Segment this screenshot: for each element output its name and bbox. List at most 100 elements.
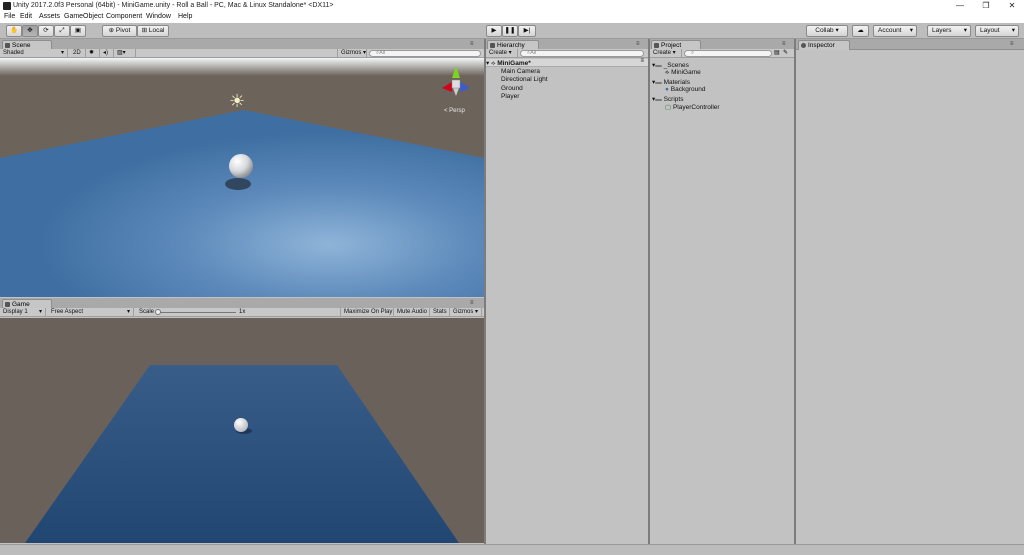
- display-label: Display 1: [3, 309, 28, 315]
- mode-2d-toggle[interactable]: 2D: [70, 49, 86, 58]
- folder-icon: ▬: [655, 62, 662, 69]
- pivot-button[interactable]: ⊕ Pivot: [102, 25, 137, 37]
- hierarchy-create-button[interactable]: Create ▾: [486, 49, 518, 58]
- pivot-icon: ⊕: [108, 27, 116, 34]
- stats-toggle[interactable]: Stats: [430, 308, 450, 317]
- move-tool-button[interactable]: ✥: [22, 25, 38, 37]
- project-icon: [654, 43, 659, 48]
- menu-edit[interactable]: Edit: [20, 13, 32, 20]
- step-button[interactable]: ▶|: [518, 25, 536, 37]
- hand-icon: ✋: [9, 27, 19, 34]
- lighting-toggle[interactable]: ✹: [86, 49, 100, 58]
- hand-tool-button[interactable]: ✋: [6, 25, 22, 37]
- maximize-on-play-toggle[interactable]: Maximize On Play: [340, 308, 394, 317]
- search-icon: ⌕: [691, 50, 695, 56]
- rotate-tool-button[interactable]: ⟳: [38, 25, 54, 37]
- unity-logo-icon: [3, 2, 11, 10]
- light-gizmo-icon[interactable]: ☀: [229, 92, 245, 110]
- close-button[interactable]: ✕: [1000, 0, 1024, 12]
- scale-label: Scale: [139, 309, 155, 315]
- game-tab-label: Game: [12, 301, 30, 308]
- menu-help[interactable]: Help: [178, 13, 192, 20]
- row-menu-icon[interactable]: ≡: [640, 58, 644, 64]
- tab-inspector[interactable]: Inspector: [798, 40, 850, 50]
- panel-menu-icon[interactable]: ≡: [782, 41, 786, 47]
- cloud-button[interactable]: ☁: [852, 25, 869, 37]
- local-button[interactable]: ⊞ Local: [137, 25, 169, 37]
- filter-type-icon[interactable]: ▤: [774, 49, 780, 56]
- account-label: Account: [878, 27, 902, 34]
- pause-button[interactable]: ❚❚: [502, 25, 518, 37]
- display-dropdown[interactable]: Display 1 ▾: [0, 308, 46, 317]
- project-create-button[interactable]: Create ▾: [650, 49, 682, 58]
- menu-gameobject[interactable]: GameObject: [64, 13, 103, 20]
- hierarchy-item-main-camera[interactable]: Main Camera: [501, 68, 540, 75]
- scale-slider-handle[interactable]: [155, 309, 161, 315]
- chevron-down-icon: ▾: [909, 27, 913, 34]
- hierarchy-item-player[interactable]: Player: [501, 93, 519, 100]
- folder-scenes[interactable]: ▾▬ _Scenes: [652, 61, 689, 69]
- filter-label-icon[interactable]: ✎: [783, 49, 788, 56]
- scale-tool-button[interactable]: ⤢: [54, 25, 70, 37]
- inspector-tabbar: Inspector ≡: [796, 39, 1024, 50]
- asset-playercontroller[interactable]: ▢ PlayerController: [665, 103, 720, 111]
- menu-window[interactable]: Window: [146, 13, 171, 20]
- panel-menu-icon[interactable]: ≡: [470, 300, 474, 306]
- effects-dropdown[interactable]: ▨▾: [114, 49, 136, 58]
- asset-background-label: Background: [670, 86, 706, 93]
- play-button[interactable]: ▶: [486, 25, 502, 37]
- scene-gizmos-dropdown[interactable]: Gizmos ▾: [337, 49, 367, 58]
- scene-viewport[interactable]: ☀ < Persp: [0, 58, 484, 297]
- folder-materials[interactable]: ▾▬ Materials: [652, 78, 690, 86]
- project-search-input[interactable]: ⌕: [684, 50, 772, 57]
- menu-component[interactable]: Component: [106, 13, 142, 20]
- hierarchy-item-directional-light[interactable]: Directional Light: [501, 76, 548, 83]
- asset-background[interactable]: ● Background: [665, 86, 705, 93]
- restore-button[interactable]: ❐: [974, 0, 998, 12]
- persp-label[interactable]: < Persp: [444, 108, 465, 114]
- account-dropdown[interactable]: Account ▾: [873, 25, 917, 37]
- hierarchy-search-placeholder: All: [530, 50, 537, 56]
- orientation-gizmo-icon[interactable]: [436, 64, 476, 102]
- scale-slider-track[interactable]: [156, 312, 236, 313]
- panel-menu-icon[interactable]: ≡: [470, 41, 474, 47]
- scene-root-label: MiniGame*: [497, 60, 531, 67]
- shading-mode-dropdown[interactable]: Shaded ▾: [0, 49, 68, 58]
- layers-dropdown[interactable]: Layers ▾: [927, 25, 971, 37]
- collab-button[interactable]: Collab ▾: [806, 25, 848, 37]
- panel-menu-icon[interactable]: ≡: [1010, 41, 1014, 47]
- aspect-dropdown[interactable]: Free Aspect ▾: [48, 308, 134, 317]
- minimize-button[interactable]: —: [948, 0, 972, 12]
- hierarchy-panel: ▾ ⟡ MiniGame* ≡ Main Camera Directional …: [486, 58, 648, 544]
- hierarchy-search-input[interactable]: ⌕All: [520, 50, 644, 57]
- image-icon: ▨▾: [117, 50, 126, 56]
- rotate-icon: ⟳: [43, 27, 49, 34]
- audio-toggle[interactable]: ◂): [100, 49, 114, 58]
- pause-icon: ❚❚: [504, 27, 516, 34]
- menu-file[interactable]: File: [4, 13, 15, 20]
- hierarchy-tab-label: Hierarchy: [497, 42, 525, 49]
- move-icon: ✥: [27, 27, 33, 34]
- scene-search-input[interactable]: ⌕All: [369, 50, 481, 57]
- asset-minigame[interactable]: ⟡ MiniGame: [665, 69, 701, 77]
- shading-mode-label: Shaded: [3, 50, 24, 56]
- pivot-label: Pivot: [115, 27, 131, 34]
- folder-scripts-label: Scripts: [663, 96, 684, 103]
- rect-tool-button[interactable]: ▣: [70, 25, 86, 37]
- mute-audio-toggle[interactable]: Mute Audio: [394, 308, 430, 317]
- asset-playercontroller-label: PlayerController: [672, 104, 720, 111]
- menu-assets[interactable]: Assets: [39, 13, 60, 20]
- game-gizmos-dropdown[interactable]: Gizmos ▾: [450, 308, 482, 317]
- folder-icon: ▬: [655, 96, 662, 103]
- cloud-icon: ☁: [857, 27, 864, 34]
- main-toolbar: ✋ ✥ ⟳ ⤢ ▣ ⊕ Pivot ⊞ Local ▶ ❚❚ ▶| Collab…: [0, 23, 1024, 39]
- game-viewport[interactable]: [0, 318, 484, 543]
- hierarchy-item-ground[interactable]: Ground: [501, 85, 523, 92]
- scene-root-row[interactable]: ▾ ⟡ MiniGame* ≡: [486, 58, 648, 67]
- window-title: Unity 2017.2.0f3 Personal (64bit) - Mini…: [13, 2, 334, 9]
- scene-controlbar: Shaded ▾ 2D ✹ ◂) ▨▾ Gizmos ▾ ⌕All: [0, 49, 484, 58]
- scale-icon: ⤢: [59, 27, 65, 34]
- folder-scripts[interactable]: ▾▬ Scripts: [652, 95, 683, 103]
- panel-menu-icon[interactable]: ≡: [636, 41, 640, 47]
- layout-dropdown[interactable]: Layout ▾: [975, 25, 1019, 37]
